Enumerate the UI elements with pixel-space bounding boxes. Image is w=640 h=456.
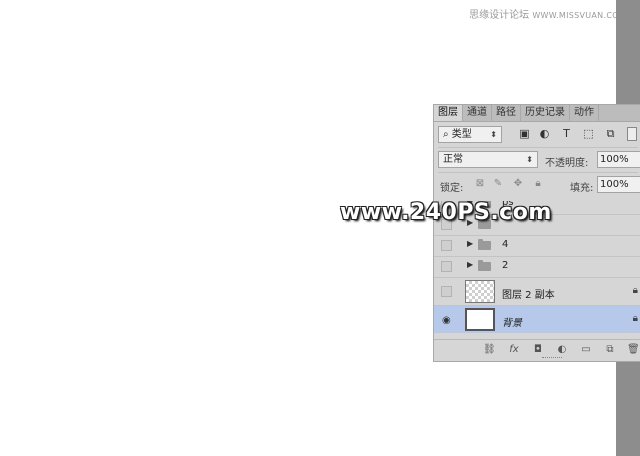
folder-icon	[478, 239, 491, 250]
lock-row: 锁定: ⊠ ✎ ✥ 🔒︎ 填充: 100%	[434, 175, 640, 195]
updown-arrow-icon: ⬍	[526, 155, 533, 164]
link-layers-icon[interactable]: ⛓	[483, 344, 496, 356]
layer-row-layer2-copy[interactable]: 图层 2 副本 🔒︎	[434, 277, 640, 305]
lock-label: 锁定:	[440, 183, 464, 194]
folder-icon	[478, 260, 491, 271]
fill-value: 100%	[600, 179, 629, 190]
layer-name: 2	[502, 260, 509, 271]
tab-layers[interactable]: 图层	[434, 105, 463, 121]
type-filter-icon[interactable]: T	[560, 127, 573, 140]
watermark-site: WWW.MISSVUAN.COM	[532, 11, 626, 20]
layer-filter-row: ⌕ 类型 ⬍ ▣ ◐ T ⬚ ⧉	[434, 124, 640, 146]
separator	[438, 147, 638, 148]
adjustment-filter-icon[interactable]: ◐	[538, 127, 551, 140]
opacity-label: 不透明度:	[545, 158, 589, 169]
forum-watermark: 思缘设计论坛 WWW.MISSVUAN.COM	[469, 6, 626, 21]
lock-icon: 🔒︎	[632, 285, 638, 296]
visibility-toggle[interactable]	[441, 286, 452, 297]
layer-row-2[interactable]: ▶ 2	[434, 256, 640, 277]
fill-label: 填充:	[570, 183, 594, 194]
blend-row: 正常 ⬍ 不透明度: 100%	[434, 150, 640, 170]
visibility-toggle[interactable]	[441, 261, 452, 272]
lock-icon: 🔒︎	[632, 313, 638, 324]
adjustment-layer-icon[interactable]: ◐	[556, 344, 568, 356]
shape-filter-icon[interactable]: ⬚	[582, 127, 595, 140]
expand-triangle-icon[interactable]: ▶	[467, 239, 473, 248]
expand-triangle-icon[interactable]: ▶	[467, 260, 473, 269]
tab-history[interactable]: 历史记录	[521, 105, 570, 121]
layer-row-background[interactable]: ◉ 背景 🔒︎	[434, 305, 640, 333]
lock-position-icon[interactable]: ✥	[512, 178, 524, 190]
tab-channels[interactable]: 通道	[463, 105, 492, 121]
separator	[438, 172, 638, 173]
lock-transparent-icon[interactable]: ⊠	[474, 178, 486, 190]
lock-brush-icon[interactable]: ✎	[492, 178, 504, 190]
filter-kind-label: 类型	[451, 129, 472, 140]
fill-input[interactable]: 100%	[597, 176, 640, 193]
tab-actions[interactable]: 动作	[570, 105, 599, 121]
new-group-icon[interactable]: ▭	[580, 344, 592, 356]
add-mask-icon[interactable]: ◘	[532, 344, 544, 356]
layer-name: 图层 2 副本	[502, 290, 555, 301]
pixel-filter-icon[interactable]: ▣	[518, 127, 531, 140]
layer-thumbnail	[465, 308, 495, 331]
filter-toggle-switch[interactable]	[627, 127, 637, 141]
watermark-cn: 思缘设计论坛	[469, 10, 530, 21]
new-layer-icon[interactable]: ⧉	[604, 344, 616, 356]
updown-arrow-icon: ⬍	[490, 130, 497, 139]
opacity-input[interactable]: 100%	[597, 151, 640, 168]
search-icon: ⌕	[443, 129, 449, 140]
smart-object-filter-icon[interactable]: ⧉	[604, 127, 617, 140]
fx-icon[interactable]: fx	[508, 344, 520, 356]
lock-all-icon[interactable]: 🔒︎	[532, 178, 544, 190]
panel-tabs: 图层 通道 路径 历史记录 动作	[434, 105, 640, 122]
blend-mode-select[interactable]: 正常 ⬍	[438, 151, 538, 168]
trash-icon[interactable]: 🗑︎	[627, 344, 640, 356]
blend-mode-value: 正常	[443, 154, 463, 165]
layer-row-4[interactable]: ▶ 4	[434, 235, 640, 256]
site-watermark: www.240PS.com	[340, 200, 552, 225]
layer-name: 4	[502, 239, 509, 250]
eye-icon[interactable]: ◉	[442, 315, 451, 326]
opacity-value: 100%	[600, 154, 629, 165]
layers-panel: 图层 通道 路径 历史记录 动作 ⌕ 类型 ⬍ ▣ ◐ T ⬚ ⧉ 正常 ⬍ 不…	[433, 104, 640, 362]
layer-name: 背景	[502, 318, 522, 329]
tab-paths[interactable]: 路径	[492, 105, 521, 121]
layer-thumbnail	[465, 280, 495, 303]
filter-kind-select[interactable]: ⌕ 类型 ⬍	[438, 126, 502, 143]
layers-bottom-toolbar: ⛓ fx ◘ ◐ ▭ ⧉ 🗑︎	[434, 339, 640, 360]
visibility-toggle[interactable]	[441, 240, 452, 251]
resize-grip[interactable]	[542, 357, 562, 360]
